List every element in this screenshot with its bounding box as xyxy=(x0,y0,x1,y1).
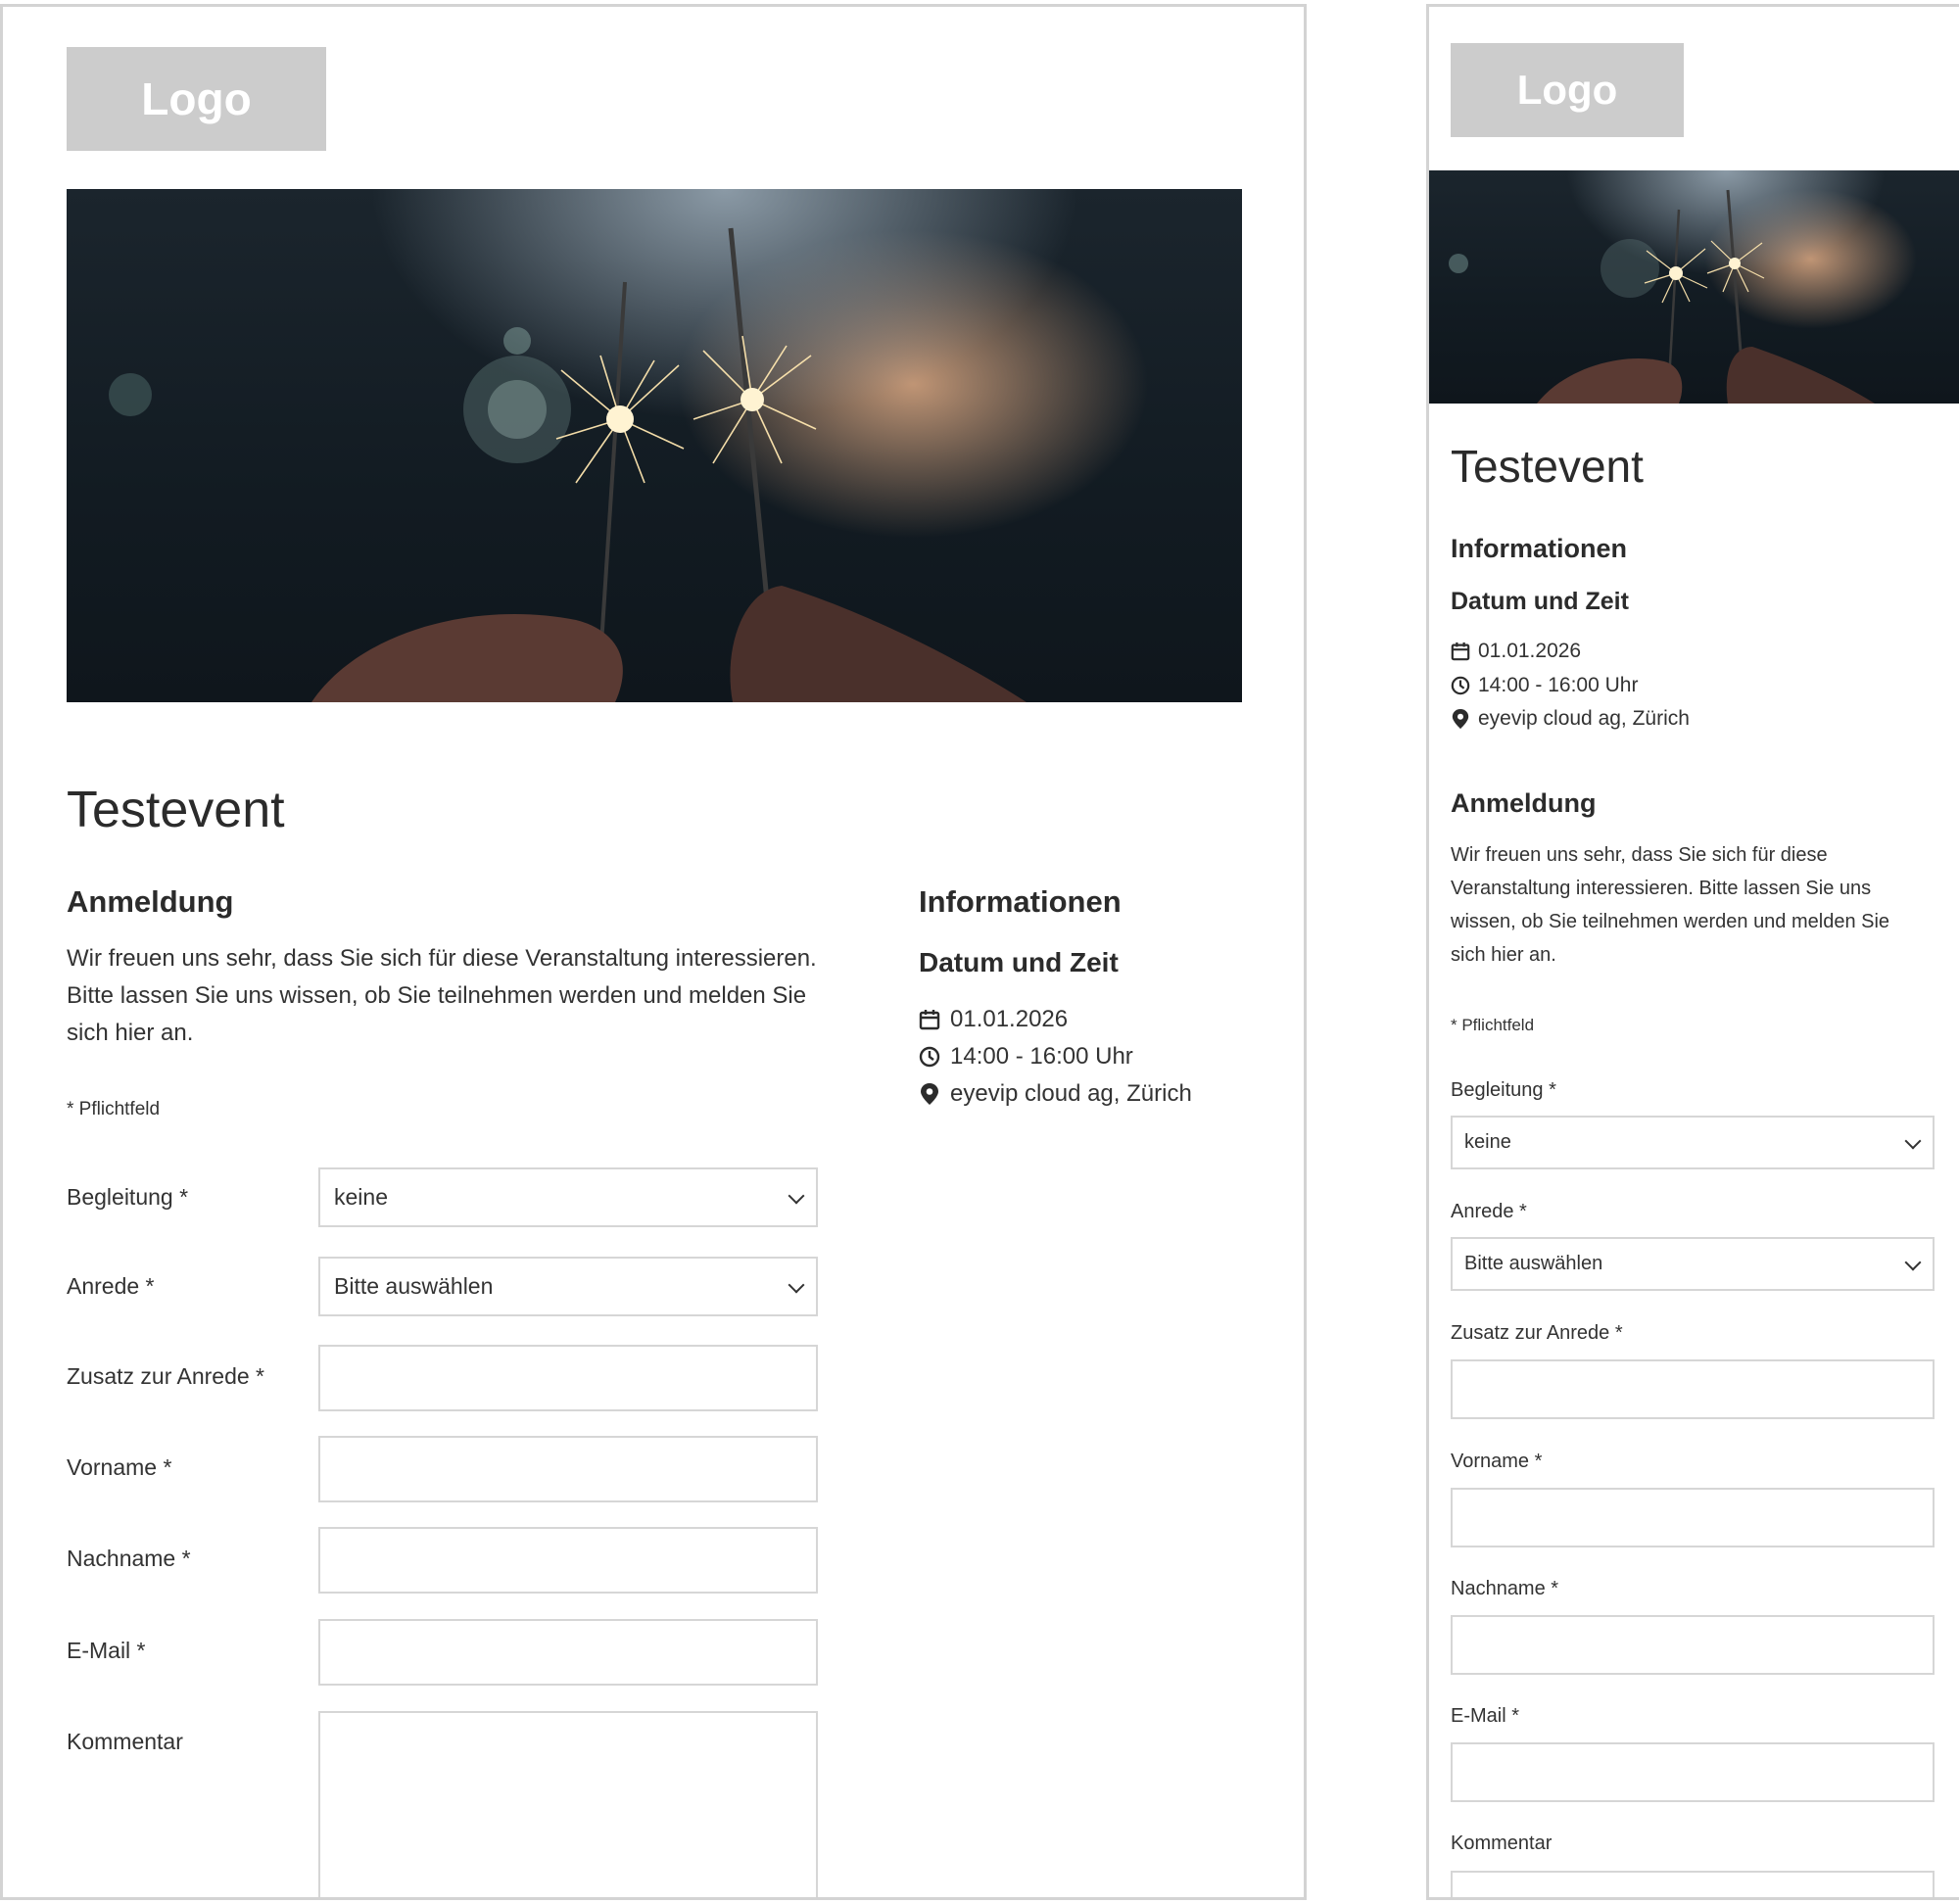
info-location-text: eyevip cloud ag, Zürich xyxy=(1478,707,1690,730)
nachname-input[interactable] xyxy=(318,1527,818,1594)
begleitung-label: Begleitung * xyxy=(1451,1079,1556,1101)
nachname-label: Nachname * xyxy=(1451,1578,1559,1599)
zusatz-label: Zusatz zur Anrede * xyxy=(67,1363,264,1389)
event-title: Testevent xyxy=(67,782,285,838)
registration-text-line: Bitte lassen Sie uns wissen, ob Sie teil… xyxy=(67,982,807,1009)
info-date: 01.01.2026 xyxy=(919,1006,1068,1033)
vorname-label: Vorname * xyxy=(67,1454,172,1480)
chevron-down-icon xyxy=(788,1276,805,1293)
hero-image xyxy=(67,189,1242,702)
anrede-label: Anrede * xyxy=(67,1273,155,1299)
logo-text: Logo xyxy=(141,73,252,124)
email-label: E-Mail * xyxy=(1451,1705,1520,1727)
required-note: * Pflichtfeld xyxy=(1451,1016,1535,1034)
info-location: eyevip cloud ag, Zürich xyxy=(919,1080,1192,1108)
info-location: eyevip cloud ag, Zürich xyxy=(1451,707,1690,731)
info-time: 14:00 - 16:00 Uhr xyxy=(1451,674,1638,697)
info-subheading: Datum und Zeit xyxy=(1451,588,1629,615)
zusatz-input[interactable] xyxy=(1451,1359,1935,1419)
email-input[interactable] xyxy=(1451,1742,1935,1802)
begleitung-select[interactable]: keine xyxy=(318,1167,818,1227)
anrede-value: Bitte auswählen xyxy=(334,1273,494,1299)
info-time-text: 14:00 - 16:00 Uhr xyxy=(950,1043,1133,1070)
registration-text-line: sich hier an. xyxy=(1451,944,1556,966)
zusatz-label: Zusatz zur Anrede * xyxy=(1451,1322,1623,1344)
chevron-down-icon xyxy=(1904,1132,1922,1149)
chevron-down-icon xyxy=(1904,1254,1922,1270)
nachname-input[interactable] xyxy=(1451,1615,1935,1675)
nachname-label: Nachname * xyxy=(67,1546,191,1571)
info-subheading: Datum und Zeit xyxy=(919,947,1119,977)
logo[interactable]: Logo xyxy=(67,47,326,151)
calendar-icon xyxy=(919,1010,940,1030)
sparklers-illustration xyxy=(109,227,1027,702)
begleitung-value: keine xyxy=(1464,1131,1511,1153)
registration-heading: Anmeldung xyxy=(1451,788,1597,818)
anrede-select[interactable]: Bitte auswählen xyxy=(1451,1237,1935,1291)
begleitung-value: keine xyxy=(334,1184,388,1210)
begleitung-label: Begleitung * xyxy=(67,1184,189,1210)
info-location-text: eyevip cloud ag, Zürich xyxy=(950,1080,1192,1107)
email-input[interactable] xyxy=(318,1619,818,1686)
logo[interactable]: Logo xyxy=(1451,43,1684,137)
registration-text-line: wissen, ob Sie teilnehmen werden und mel… xyxy=(1451,911,1890,932)
info-date-text: 01.01.2026 xyxy=(1478,640,1582,662)
desktop-view: Logo Testevent Anmeldung Wir freuen uns … xyxy=(0,4,1307,1900)
info-date: 01.01.2026 xyxy=(1451,640,1581,663)
kommentar-textarea[interactable] xyxy=(318,1711,818,1897)
event-title: Testevent xyxy=(1451,441,1644,492)
hero-image xyxy=(1429,170,1959,404)
registration-text-line: Wir freuen uns sehr, dass Sie sich für d… xyxy=(1451,844,1828,866)
vorname-input[interactable] xyxy=(318,1436,818,1502)
info-date-text: 01.01.2026 xyxy=(950,1006,1069,1032)
registration-text-line: sich hier an. xyxy=(67,1020,194,1046)
anrede-select[interactable]: Bitte auswählen xyxy=(318,1257,818,1316)
clock-icon xyxy=(1451,676,1470,695)
map-pin-icon xyxy=(921,1083,938,1105)
info-heading: Informationen xyxy=(919,884,1122,919)
info-heading: Informationen xyxy=(1451,534,1627,563)
email-label: E-Mail * xyxy=(67,1638,146,1663)
begleitung-select[interactable]: keine xyxy=(1451,1116,1935,1169)
vorname-label: Vorname * xyxy=(1451,1451,1543,1472)
info-time: 14:00 - 16:00 Uhr xyxy=(919,1043,1133,1071)
anrede-value: Bitte auswählen xyxy=(1464,1253,1603,1274)
calendar-icon xyxy=(1451,642,1470,661)
kommentar-textarea[interactable] xyxy=(1451,1871,1935,1897)
chevron-down-icon xyxy=(788,1187,805,1204)
clock-icon xyxy=(919,1046,940,1068)
registration-text-line: Wir freuen uns sehr, dass Sie sich für d… xyxy=(67,945,817,972)
mobile-view: Logo Testevent Informationen Datum und Z… xyxy=(1426,4,1959,1900)
anrede-label: Anrede * xyxy=(1451,1201,1527,1222)
logo-text: Logo xyxy=(1516,67,1618,113)
kommentar-label: Kommentar xyxy=(1451,1833,1553,1854)
registration-heading: Anmeldung xyxy=(67,884,234,919)
map-pin-icon xyxy=(1452,709,1469,729)
vorname-input[interactable] xyxy=(1451,1488,1935,1547)
sparklers-illustration xyxy=(1449,189,1875,404)
required-note: * Pflichtfeld xyxy=(67,1099,161,1119)
zusatz-input[interactable] xyxy=(318,1345,818,1411)
kommentar-label: Kommentar xyxy=(67,1729,183,1754)
registration-text-line: Veranstaltung interessieren. Bitte lasse… xyxy=(1451,878,1872,899)
info-time-text: 14:00 - 16:00 Uhr xyxy=(1478,674,1639,696)
